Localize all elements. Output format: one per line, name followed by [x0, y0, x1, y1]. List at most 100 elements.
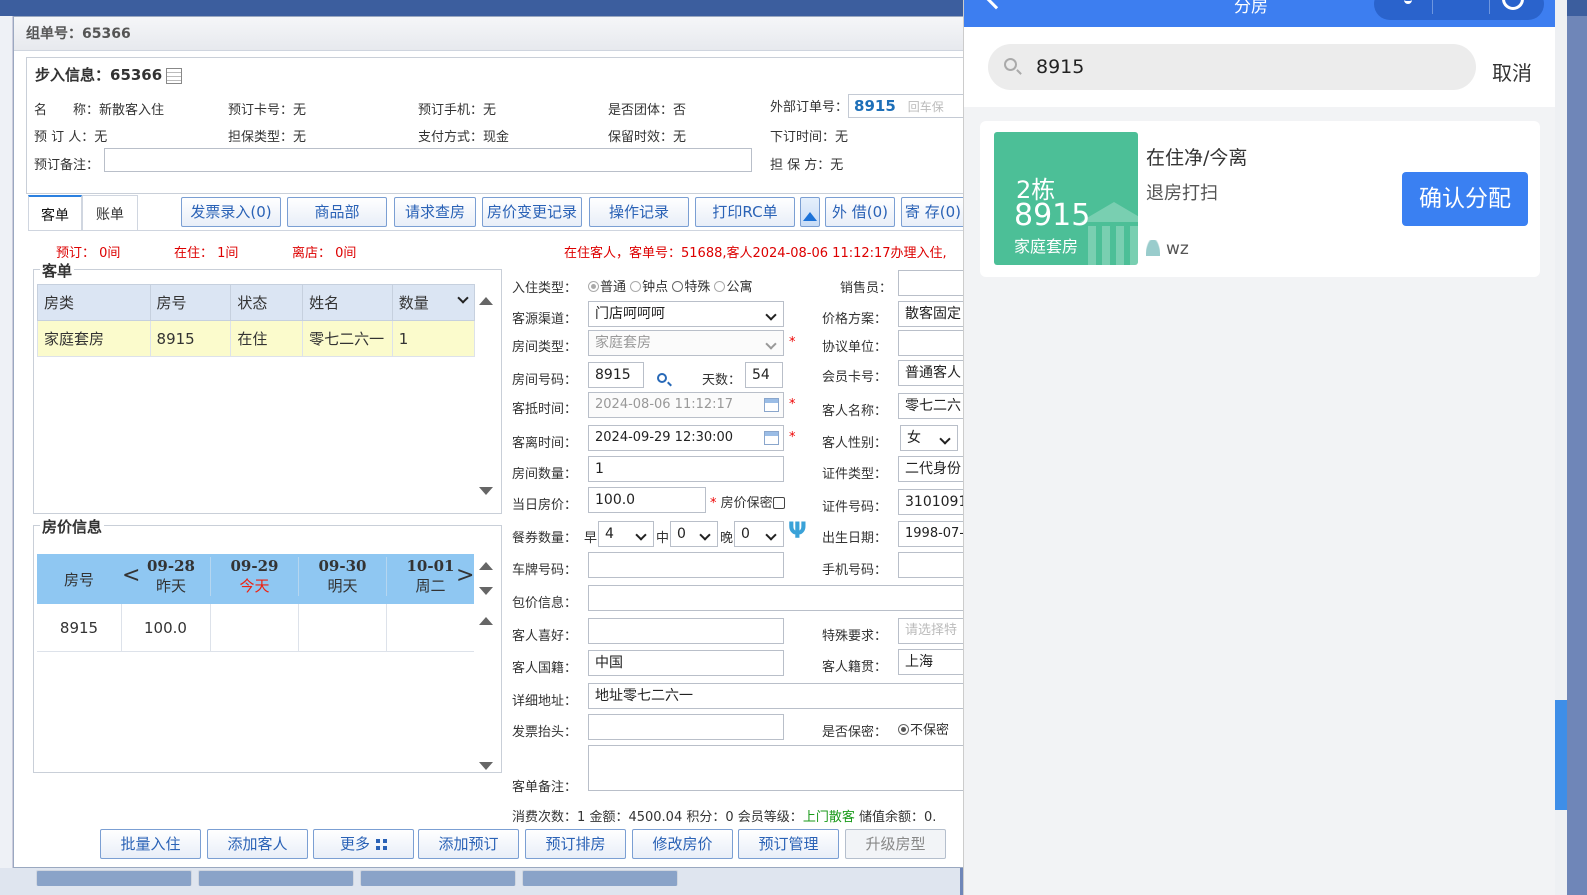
booking-phone: 预订手机：无 [418, 103, 497, 118]
order-remark-input[interactable] [588, 745, 966, 791]
depart-input[interactable]: 2024-09-29 12:30:00 [588, 425, 784, 451]
booking-assign-room-button[interactable]: 预订排房 [525, 829, 626, 859]
background-tab[interactable] [36, 870, 192, 886]
room-no-input[interactable]: 8915 [588, 362, 644, 388]
more-icon[interactable] [1404, 0, 1412, 4]
background-tab[interactable] [522, 870, 678, 886]
mobile-title: 分房 [1234, 0, 1268, 17]
column-room-no[interactable]: 房号 [149, 284, 232, 321]
price-input[interactable]: 100.0 [588, 487, 706, 513]
upload-button[interactable] [800, 197, 820, 227]
back-icon[interactable] [984, 0, 1008, 10]
agreement-input[interactable] [898, 330, 966, 356]
copy-icon[interactable] [166, 67, 183, 84]
room-type-label: 房间类型： [512, 340, 578, 355]
calendar-icon[interactable] [764, 398, 779, 412]
source-select[interactable]: 门店呵呵呵 [588, 301, 784, 327]
birth-input[interactable]: 1998-07- [898, 521, 966, 547]
id-no-input[interactable]: 3101091 [898, 489, 966, 515]
batch-checkin-button[interactable]: 批量入住 [100, 829, 201, 859]
search-room-icon[interactable] [657, 373, 667, 383]
arrive-input[interactable]: 2024-08-06 11:12:17 [588, 392, 784, 418]
guest-name-input[interactable]: 零七二六 [898, 393, 966, 419]
add-guest-button[interactable]: 添加客人 [207, 829, 308, 859]
guest-scroll-up-icon[interactable] [479, 297, 493, 305]
guest-scroll-down-icon[interactable] [479, 487, 493, 495]
column-room-type[interactable]: 房类 [37, 284, 151, 321]
add-booking-button[interactable]: 添加预订 [418, 829, 519, 859]
member-label: 会员卡号： [822, 370, 888, 385]
invoice-entry-button[interactable]: 发票录入(0) [181, 197, 281, 227]
radio-special[interactable] [672, 281, 684, 292]
rate-change-log-button[interactable]: 房价变更记录 [482, 197, 582, 227]
table-row[interactable]: 家庭套房 8915 在住 零七二六一 1 [37, 320, 475, 357]
booking-legend: 步入信息：65366 [35, 64, 187, 85]
rate-day-3: 09-30 明天 [298, 557, 386, 596]
invoice-input[interactable] [588, 714, 784, 740]
rate-scroll-up-icon[interactable] [479, 617, 493, 625]
nationality-input[interactable]: 中国 [588, 650, 784, 676]
operation-log-button[interactable]: 操作记录 [589, 197, 689, 227]
checkin-type-label: 入住类型： [512, 281, 578, 296]
calendar-icon[interactable] [764, 431, 779, 445]
id-type-select[interactable]: 二代身份 [898, 456, 966, 482]
tab-bill[interactable]: 账单 [82, 195, 138, 231]
rate-scroll-down-icon[interactable] [479, 587, 493, 595]
lend-button[interactable]: 外 借(0) [825, 197, 895, 227]
radio-apartment[interactable] [714, 281, 726, 292]
background-side-widget[interactable] [1555, 700, 1567, 810]
rate-scroll-up-icon[interactable] [479, 562, 493, 570]
rate-scroll-down-icon[interactable] [479, 762, 493, 770]
fork-knife-icon[interactable]: Ψ [788, 519, 807, 544]
native-input[interactable]: 上海 [898, 649, 966, 675]
room-count-input[interactable]: 1 [588, 456, 784, 482]
close-icon[interactable] [1502, 0, 1524, 10]
special-input[interactable]: 请选择特 [898, 618, 966, 644]
price-plan-label: 价格方案： [822, 312, 888, 327]
preference-input[interactable] [588, 618, 784, 644]
meal-label: 餐券数量： [512, 531, 578, 546]
background-tab[interactable] [198, 870, 354, 886]
goods-dept-button[interactable]: 商品部 [287, 197, 387, 227]
column-status[interactable]: 状态 [230, 284, 304, 321]
mini-program-capsule[interactable] [1374, 0, 1544, 20]
booking-remark-input[interactable] [104, 148, 752, 172]
modify-rate-button[interactable]: 修改房价 [632, 829, 733, 859]
cancel-button[interactable]: 取消 [1492, 57, 1532, 86]
meal-breakfast-select[interactable]: 4 [598, 521, 654, 547]
meal-lunch-select[interactable]: 0 [670, 521, 718, 547]
radio-normal[interactable] [588, 281, 599, 292]
room-type-select[interactable]: 家庭套房 [588, 330, 784, 356]
upload-arrow-icon [803, 212, 817, 221]
print-rc-button[interactable]: 打印RC单 [695, 197, 795, 227]
upgrade-room-type-button[interactable]: 升级房型 [845, 829, 946, 859]
guest-list-legend: 客单 [40, 260, 75, 281]
tab-guest-order[interactable]: 客单 [28, 195, 82, 231]
request-check-room-button[interactable]: 请求查房 [394, 197, 476, 227]
room-card[interactable]: 2栋 8915 家庭套房 在住净/今离 退房打扫 wz 确认分配 [980, 121, 1540, 277]
radio-not-secret[interactable] [898, 724, 909, 735]
rate-next-arrow[interactable]: > [456, 563, 474, 588]
radio-hourly[interactable] [630, 281, 642, 292]
member-input[interactable]: 普通客人 [898, 360, 966, 386]
package-input[interactable] [588, 585, 966, 611]
sales-input[interactable] [898, 270, 966, 296]
room-tile[interactable]: 2栋 8915 家庭套房 [994, 132, 1138, 265]
plate-input[interactable] [588, 552, 784, 578]
booking-manage-button[interactable]: 预订管理 [738, 829, 839, 859]
column-name[interactable]: 姓名 [302, 284, 393, 321]
more-button[interactable]: 更多 [313, 829, 414, 859]
price-secret-checkbox[interactable] [772, 497, 785, 509]
days-input[interactable]: 54 [745, 362, 783, 388]
background-tab[interactable] [360, 870, 516, 886]
mobile-search-bar: 8915 取消 [964, 27, 1556, 107]
room-user: wz [1146, 239, 1189, 259]
deposit-button[interactable]: 寄 存(0) [901, 197, 965, 227]
price-plan-select[interactable]: 散客固定 [898, 301, 966, 327]
address-input[interactable]: 地址零七二六一 [588, 683, 966, 709]
mobile-input[interactable] [898, 552, 966, 578]
confirm-assign-button[interactable]: 确认分配 [1402, 172, 1528, 226]
gender-select[interactable]: 女 [900, 425, 958, 451]
mobile-search-input[interactable]: 8915 [988, 44, 1476, 90]
meal-dinner-select[interactable]: 0 [734, 521, 784, 547]
